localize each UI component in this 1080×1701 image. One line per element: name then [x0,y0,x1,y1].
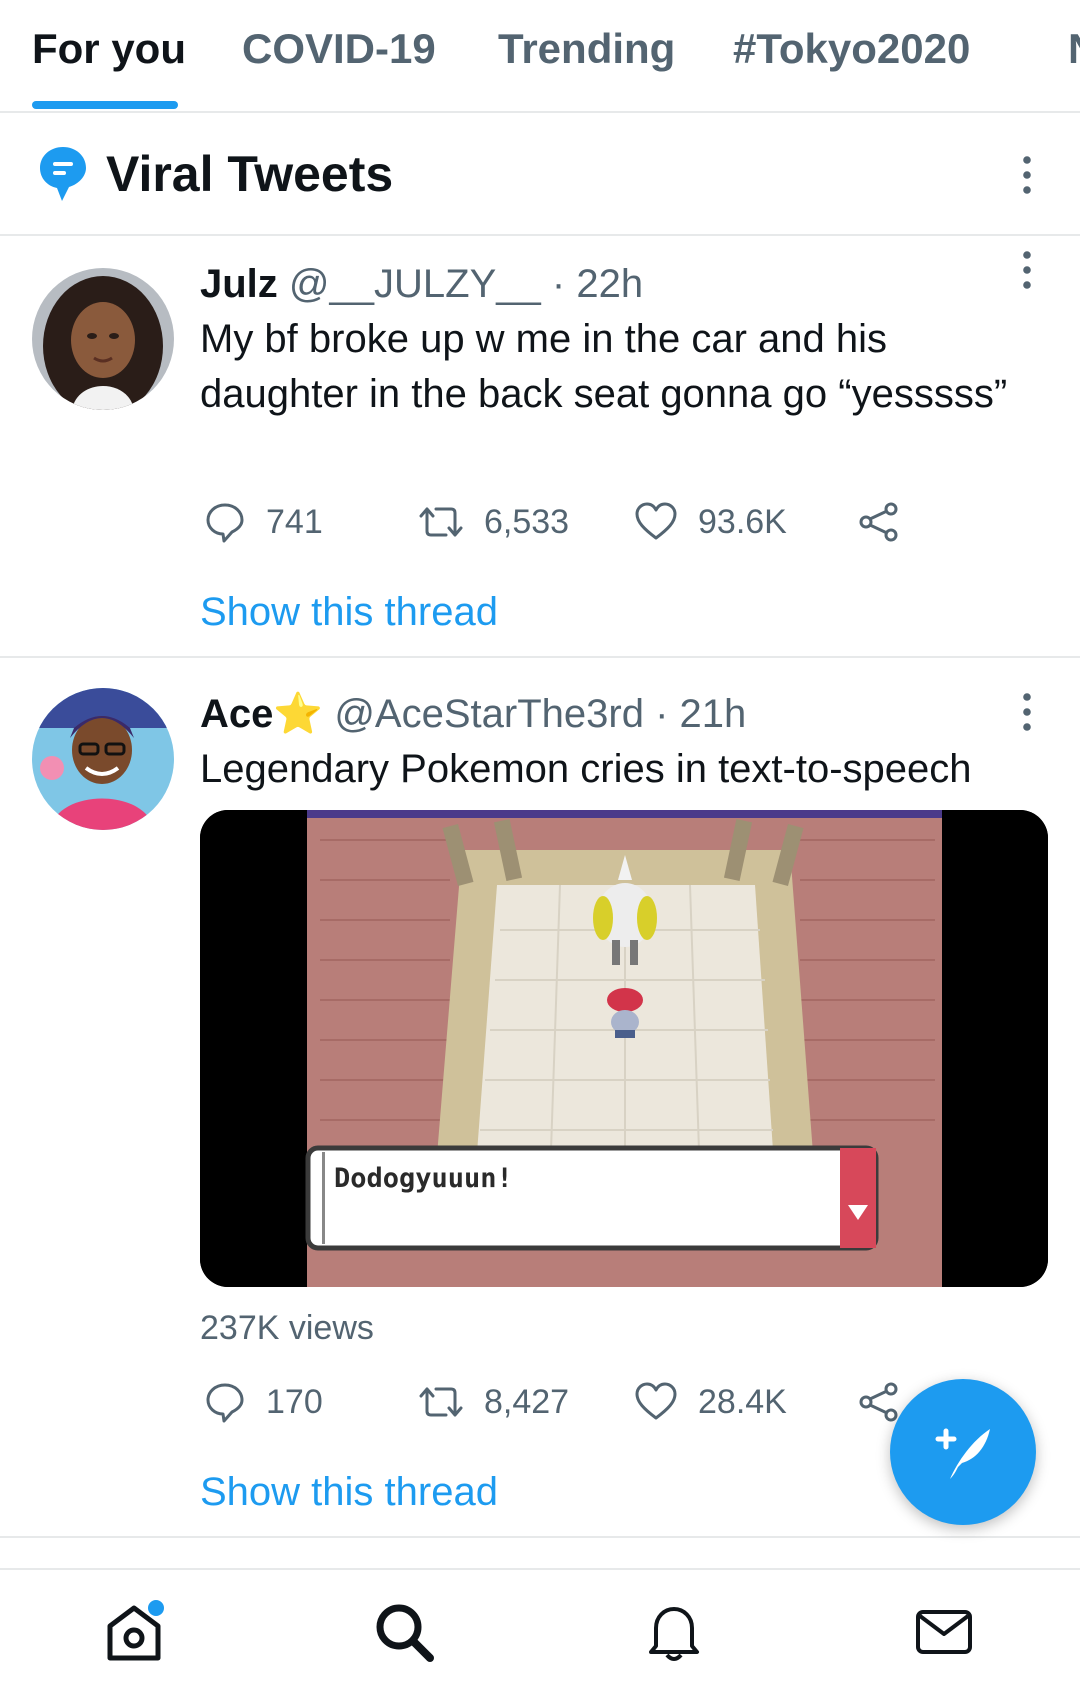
tweet-header: Julz @__JULZY__ · 22h [200,258,643,310]
tweet-actions: 741 6,533 93.6K [200,496,920,548]
timestamp: · 22h [551,262,644,306]
active-tab-indicator [32,101,178,109]
tweet-text: Legendary Pokemon cries in text-to-speec… [200,747,972,791]
more-options-icon[interactable] [1020,250,1034,290]
bottom-navigation [0,1568,1080,1701]
tab-covid-19[interactable]: COVID-19 [242,20,436,78]
tweet-actions: 170 8,427 28.4K [200,1376,920,1428]
show-thread-link[interactable]: Show this thread [200,1466,498,1518]
more-options-icon[interactable] [1020,692,1034,732]
reply-icon [206,503,244,543]
search-icon[interactable] [372,1600,436,1664]
like-count: 93.6K [698,502,787,541]
like-button[interactable]: 28.4K [634,1376,787,1428]
share-icon [859,502,898,542]
reply-count: 741 [266,502,323,541]
tweet-text: My bf broke up w me in the car and his d… [200,317,1008,416]
star-emoji: ⭐ [273,692,324,736]
tab-overflow[interactable]: N [1068,20,1080,78]
compose-tweet-icon [935,1428,990,1479]
reply-count: 170 [266,1382,323,1421]
tab-for-you[interactable]: For you [32,20,186,78]
display-name[interactable]: Julz [200,262,278,306]
share-icon [859,1382,898,1422]
retweet-icon [419,1387,463,1417]
tweet-header: Ace⭐ @AceStarThe3rd · 21h [200,688,746,740]
like-count: 28.4K [698,1382,787,1421]
tab-trending[interactable]: Trending [498,20,675,78]
mail-icon[interactable] [912,1600,976,1664]
share-button[interactable] [858,496,920,548]
compose-tweet-button[interactable] [890,1379,1036,1525]
heart-icon [635,1382,677,1420]
retweet-count: 6,533 [484,502,570,541]
like-button[interactable]: 93.6K [634,496,787,548]
reply-icon [206,1383,244,1423]
handle[interactable]: @AceStarThe3rd [334,692,644,736]
topic-bubble-icon [40,147,86,201]
timestamp: · 21h [655,692,747,736]
avatar[interactable] [32,688,174,830]
reply-button[interactable]: 170 [204,1376,323,1428]
heart-icon [635,502,677,540]
tweet-video[interactable]: Dodogyuuun! [200,810,1048,1287]
display-name[interactable]: Ace [200,692,273,736]
retweet-button[interactable]: 6,533 [418,496,569,548]
retweet-button[interactable]: 8,427 [418,1376,569,1428]
retweet-count: 8,427 [484,1382,570,1421]
section-title: Viral Tweets [106,146,394,202]
notification-dot [148,1600,164,1616]
more-options-icon[interactable] [1020,155,1034,195]
dialog-caption: Dodogyuuun! [334,1163,513,1194]
handle[interactable]: @__JULZY__ [289,262,541,306]
tab-tokyo2020[interactable]: #Tokyo2020 [733,20,970,78]
view-count: 237K views [200,1309,374,1347]
retweet-icon [419,507,463,537]
reply-button[interactable]: 741 [204,496,323,548]
top-tabs: For you COVID-19 Trending #Tokyo2020 N [0,0,1080,113]
section-header: Viral Tweets [0,113,1080,236]
tweet-card[interactable]: Julz @__JULZY__ · 22h My bf broke up w m… [0,236,1080,658]
show-thread-link[interactable]: Show this thread [200,586,498,638]
avatar[interactable] [32,268,174,410]
bell-icon[interactable] [642,1600,706,1664]
